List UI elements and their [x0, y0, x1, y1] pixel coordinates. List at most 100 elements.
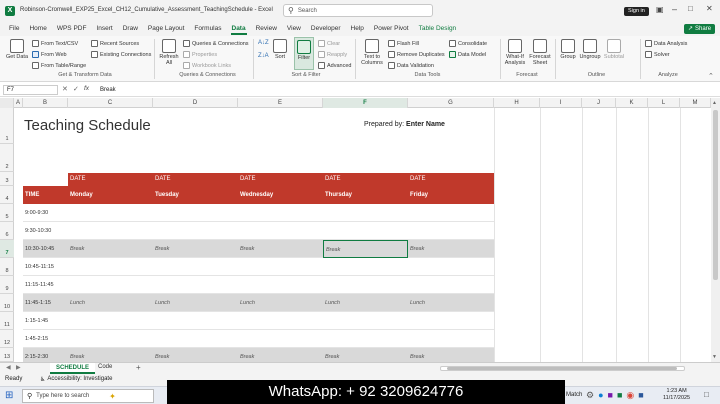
schedule-cell[interactable]: [238, 222, 323, 240]
tab-draw[interactable]: Draw: [118, 22, 143, 36]
header-cell[interactable]: Monday: [70, 186, 153, 204]
ungroup-button[interactable]: Ungroup: [579, 39, 601, 60]
reapply-button[interactable]: Reapply: [318, 51, 347, 58]
collapse-ribbon-icon[interactable]: ⌃: [708, 72, 714, 80]
time-cell[interactable]: 10:30-10:45: [25, 240, 68, 258]
row-header[interactable]: 12: [0, 330, 14, 348]
column-header[interactable]: M: [680, 98, 711, 108]
schedule-cell[interactable]: [323, 330, 408, 348]
sign-in-button[interactable]: Sign in: [624, 7, 649, 16]
column-header[interactable]: H: [494, 98, 540, 108]
row-header[interactable]: 13: [0, 348, 14, 362]
header-cell[interactable]: Thursday: [325, 186, 408, 204]
column-header-selected[interactable]: F: [323, 98, 408, 108]
data-model-button[interactable]: Data Model: [449, 51, 486, 58]
date-cell[interactable]: DATE: [240, 173, 323, 186]
schedule-cell[interactable]: [408, 330, 494, 348]
schedule-cell[interactable]: Lunch: [153, 294, 238, 312]
tab-wps-pdf[interactable]: WPS PDF: [52, 22, 92, 36]
schedule-cell[interactable]: [153, 204, 238, 222]
schedule-cell[interactable]: [153, 312, 238, 330]
taskbar-clock[interactable]: 1:23 AM 11/17/2025: [663, 388, 690, 402]
column-header[interactable]: A: [14, 98, 23, 108]
row-header[interactable]: 2: [0, 144, 14, 172]
advanced-button[interactable]: Advanced: [318, 62, 351, 69]
row-header[interactable]: 1: [0, 108, 14, 144]
row-header-selected[interactable]: 7: [0, 240, 14, 258]
text-to-columns-button[interactable]: Text to Columns: [360, 39, 384, 66]
edge-browser-icon[interactable]: ●: [598, 390, 603, 401]
formula-input[interactable]: Break: [98, 85, 708, 95]
tab-table-design[interactable]: Table Design: [414, 22, 462, 36]
time-cell[interactable]: 1:45-2:15: [25, 330, 68, 348]
row-header[interactable]: 8: [0, 258, 14, 276]
tab-developer[interactable]: Developer: [306, 22, 346, 36]
word-icon[interactable]: ■: [638, 390, 643, 401]
column-header[interactable]: E: [238, 98, 323, 108]
date-cell[interactable]: DATE: [325, 173, 408, 186]
from-web-button[interactable]: From Web: [32, 51, 67, 58]
tab-view[interactable]: View: [282, 22, 306, 36]
from-table-range-button[interactable]: From Table/Range: [32, 62, 86, 69]
column-header[interactable]: J: [582, 98, 616, 108]
column-header[interactable]: I: [540, 98, 582, 108]
tab-page-layout[interactable]: Page Layout: [143, 22, 190, 36]
time-cell[interactable]: 9:00-9:30: [25, 204, 68, 222]
settings-gear-icon[interactable]: ⚙: [586, 390, 594, 401]
schedule-cell[interactable]: Lunch: [238, 294, 323, 312]
date-cell[interactable]: DATE: [70, 173, 153, 186]
schedule-cell[interactable]: Break: [408, 240, 494, 258]
schedule-cell[interactable]: [408, 204, 494, 222]
header-cell[interactable]: Tuesday: [155, 186, 238, 204]
schedule-cell[interactable]: [323, 204, 408, 222]
sort-az-button[interactable]: A↓Z: [258, 40, 269, 46]
schedule-cell[interactable]: [238, 204, 323, 222]
schedule-cell[interactable]: Break: [68, 240, 153, 258]
column-header[interactable]: K: [616, 98, 648, 108]
schedule-cell[interactable]: Lunch: [408, 294, 494, 312]
schedule-cell[interactable]: [68, 276, 153, 294]
tab-help[interactable]: Help: [346, 22, 369, 36]
worksheet-grid[interactable]: Teaching Schedule Prepared by: Enter Nam…: [14, 108, 711, 362]
accessibility-status[interactable]: ♿ Accessibility: Investigate: [40, 376, 112, 383]
schedule-cell[interactable]: [408, 276, 494, 294]
forecast-sheet-button[interactable]: Forecast Sheet: [529, 39, 551, 66]
time-cell[interactable]: 1:15-1:45: [25, 312, 68, 330]
data-validation-button[interactable]: Data Validation: [388, 62, 434, 69]
get-data-button[interactable]: Get Data: [6, 39, 28, 60]
tab-home[interactable]: Home: [24, 22, 51, 36]
queries-connections-button[interactable]: Queries & Connections: [183, 40, 249, 47]
schedule-cell[interactable]: Lunch: [323, 294, 408, 312]
name-box[interactable]: F7: [3, 85, 58, 95]
schedule-cell[interactable]: [238, 258, 323, 276]
filter-button[interactable]: Filter: [294, 37, 314, 70]
refresh-all-button[interactable]: Refresh All: [158, 39, 180, 66]
cancel-entry-icon[interactable]: ✕: [62, 85, 68, 93]
schedule-cell[interactable]: [68, 258, 153, 276]
schedule-cell[interactable]: Lunch: [68, 294, 153, 312]
schedule-cell[interactable]: [323, 258, 408, 276]
remove-duplicates-button[interactable]: Remove Duplicates: [388, 51, 445, 58]
recent-sources-button[interactable]: Recent Sources: [91, 40, 139, 47]
schedule-cell[interactable]: [408, 258, 494, 276]
schedule-cell[interactable]: Break: [323, 348, 408, 362]
horizontal-scroll-thumb[interactable]: [447, 367, 677, 370]
tab-data[interactable]: Data: [227, 22, 251, 36]
schedule-cell[interactable]: Break: [238, 240, 323, 258]
prev-sheet-icon[interactable]: ◀: [6, 364, 11, 371]
schedule-cell[interactable]: [68, 204, 153, 222]
schedule-cell[interactable]: [238, 312, 323, 330]
sheet-tab-schedule[interactable]: SCHEDULE: [50, 363, 96, 374]
schedule-cell[interactable]: [323, 276, 408, 294]
add-sheet-button[interactable]: +: [136, 363, 141, 372]
insert-function-icon[interactable]: fx: [84, 85, 89, 92]
row-header[interactable]: 6: [0, 222, 14, 240]
schedule-cell[interactable]: Break: [153, 240, 238, 258]
selected-cell[interactable]: Break: [323, 240, 408, 258]
time-cell[interactable]: 10:45-11:15: [25, 258, 68, 276]
group-button[interactable]: Group: [559, 39, 577, 60]
minimize-icon[interactable]: –: [672, 4, 677, 14]
row-header[interactable]: 10: [0, 294, 14, 312]
schedule-cell[interactable]: [68, 222, 153, 240]
schedule-cell[interactable]: [323, 312, 408, 330]
